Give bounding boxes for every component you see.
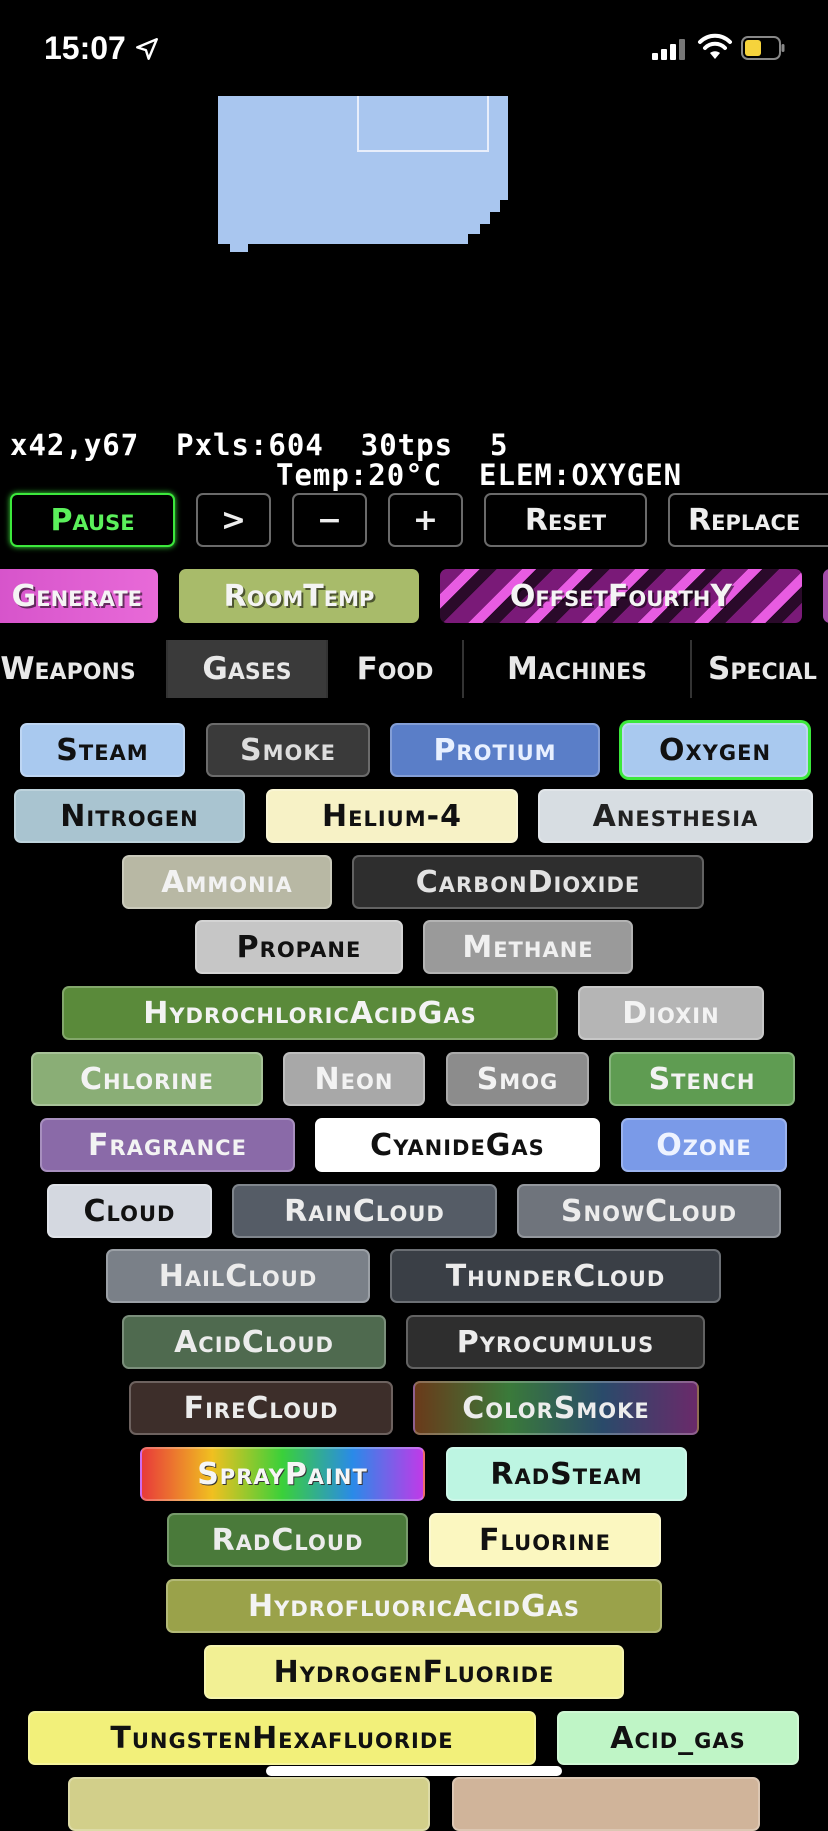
element-cloud[interactable]: Cloud [47,1184,212,1238]
element-ammonia[interactable]: Ammonia [122,855,332,909]
replace-button[interactable]: Replace [668,493,828,547]
home-indicator[interactable] [266,1766,562,1776]
element-dioxin[interactable]: Dioxin [578,986,764,1040]
element-partial-right[interactable] [452,1777,760,1831]
element-snowcloud[interactable]: SnowCloud [517,1184,781,1238]
tab-machines[interactable]: Machines [464,640,692,698]
element-pyrocumulus[interactable]: Pyrocumulus [406,1315,705,1369]
element-methane[interactable]: Methane [423,920,633,974]
element-anesthesia[interactable]: Anesthesia [538,789,813,843]
element-oxygen[interactable]: Oxygen [622,723,808,777]
element-acid-gas[interactable]: Acid_gas [557,1711,799,1765]
category-tabs: Weapons Gases Food Machines Special [0,640,828,698]
element-thundercloud[interactable]: ThunderCloud [390,1249,721,1303]
cursor-box [357,96,489,152]
element-spraypaint[interactable]: SprayPaint [140,1447,425,1501]
stats-temp-element: Temp:20°C ELEM:OXYGEN [276,458,683,492]
element-firecloud[interactable]: FireCloud [129,1381,393,1435]
element-radsteam[interactable]: RadSteam [446,1447,687,1501]
tab-food[interactable]: Food [328,640,464,698]
battery-icon [741,36,785,60]
stats-readout: x42,y67 Pxls:604 30tps 5 [10,428,509,462]
step-button[interactable]: > [196,493,271,547]
wifi-icon [698,33,732,59]
element-neon[interactable]: Neon [283,1052,425,1106]
element-tungstenhexafluoride[interactable]: TungstenHexafluoride [28,1711,536,1765]
tool-roomtemp-button[interactable]: RoomTemp [179,569,419,623]
element-carbondioxide[interactable]: CarbonDioxide [352,855,704,909]
element-hailcloud[interactable]: HailCloud [106,1249,370,1303]
simulation-canvas[interactable] [0,96,828,426]
tool-next-partial-button[interactable] [823,569,828,623]
element-chlorine[interactable]: Chlorine [31,1052,263,1106]
decrease-size-button[interactable]: − [292,493,367,547]
increase-size-button[interactable]: + [388,493,463,547]
element-partial-left[interactable] [68,1777,430,1831]
element-radcloud[interactable]: RadCloud [167,1513,408,1567]
element-cyanidegas[interactable]: CyanideGas [315,1118,600,1172]
element-fluorine[interactable]: Fluorine [429,1513,661,1567]
element-propane[interactable]: Propane [195,920,403,974]
location-arrow-icon [136,38,158,60]
element-hydrochloricacidgas[interactable]: HydrochloricAcidGas [62,986,558,1040]
element-ozone[interactable]: Ozone [621,1118,787,1172]
pause-button[interactable]: Pause [10,493,175,547]
tools-row: Generate RoomTemp OffsetFourthY [0,569,828,625]
tool-generate-button[interactable]: Generate [0,569,158,623]
element-stench[interactable]: Stench [609,1052,795,1106]
element-hydrogenfluoride[interactable]: HydrogenFluoride [204,1645,624,1699]
element-smog[interactable]: Smog [446,1052,589,1106]
element-helium-4[interactable]: Helium-4 [266,789,518,843]
signal-icon [652,38,686,60]
element-hydrofluoricacidgas[interactable]: HydrofluoricAcidGas [166,1579,662,1633]
reset-button[interactable]: Reset [484,493,647,547]
element-raincloud[interactable]: RainCloud [232,1184,497,1238]
tab-gases[interactable]: Gases [168,640,328,698]
element-acidcloud[interactable]: AcidCloud [122,1315,386,1369]
element-steam[interactable]: Steam [20,723,185,777]
tab-special[interactable]: Special [692,640,828,698]
status-bar: 15:07 [0,0,828,96]
tab-weapons[interactable]: Weapons [0,640,168,698]
element-protium[interactable]: Protium [390,723,600,777]
element-smoke[interactable]: Smoke [206,723,370,777]
status-time: 15:07 [44,30,126,66]
element-fragrance[interactable]: Fragrance [40,1118,295,1172]
tool-offset-button[interactable]: OffsetFourthY [440,569,802,623]
element-nitrogen[interactable]: Nitrogen [14,789,245,843]
element-colorsmoke[interactable]: ColorSmoke [413,1381,699,1435]
